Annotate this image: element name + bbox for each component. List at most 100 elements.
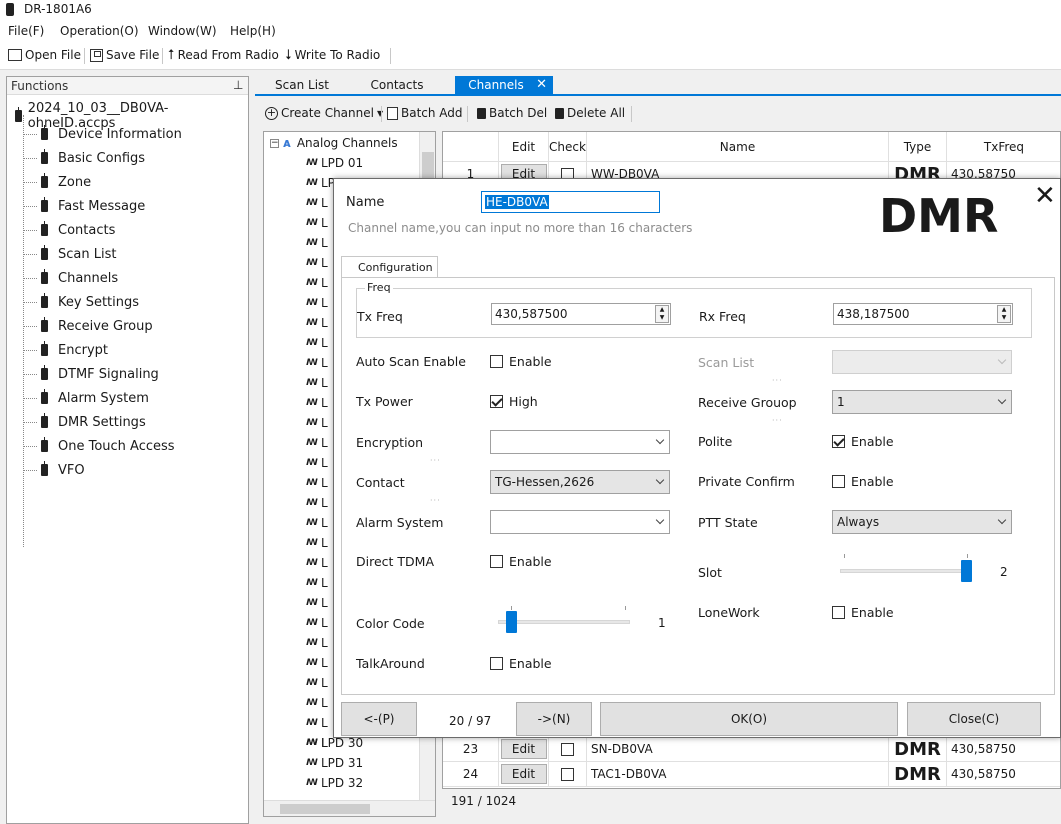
close-tab-icon[interactable]: ✕ bbox=[536, 77, 547, 92]
channel-tree-item[interactable]: ꟿL bbox=[306, 536, 328, 550]
name-cell[interactable]: SN-DB0VA bbox=[587, 737, 889, 762]
channel-tree-item[interactable]: ꟿL bbox=[306, 236, 328, 250]
channel-tree-item[interactable]: ꟿL bbox=[306, 296, 328, 310]
contact-select[interactable]: TG-Hessen,2626 bbox=[490, 470, 670, 494]
close-dialog-icon[interactable]: ✕ bbox=[1034, 181, 1056, 211]
receive-group-select[interactable]: 1 bbox=[832, 390, 1012, 414]
channel-tree-item[interactable]: ꟿL bbox=[306, 316, 328, 330]
channel-tree-item[interactable]: ꟿL bbox=[306, 596, 328, 610]
channel-tree-item[interactable]: ꟿL bbox=[306, 456, 328, 470]
scan-list-select[interactable] bbox=[832, 350, 1012, 374]
tab-configuration[interactable]: Configuration bbox=[341, 256, 438, 278]
delete-all-button[interactable]: Delete All bbox=[555, 106, 625, 120]
channel-tree-item[interactable]: ꟿL bbox=[306, 476, 328, 490]
type-cell[interactable]: DMR bbox=[889, 762, 947, 787]
txfreq-cell[interactable]: 430,58750 bbox=[947, 737, 1060, 762]
tab-channels[interactable]: Channels ✕ bbox=[455, 76, 553, 94]
channel-tree-item[interactable]: ꟿL bbox=[306, 716, 328, 730]
sidebar-item-encrypt[interactable]: Encrypt bbox=[23, 341, 108, 359]
alarm-system-select[interactable] bbox=[490, 510, 670, 534]
channel-tree-item[interactable]: ꟿ LPD 32 bbox=[306, 776, 363, 790]
collapse-icon[interactable]: − bbox=[270, 138, 279, 148]
sidebar-item-fast-message[interactable]: Fast Message bbox=[23, 197, 145, 215]
sidebar-item-dmr-settings[interactable]: DMR Settings bbox=[23, 413, 146, 431]
channel-tree-item[interactable]: ꟿL bbox=[306, 556, 328, 570]
grid-header-txfreq[interactable]: TxFreq bbox=[947, 132, 1060, 162]
spin-arrows-icon[interactable]: ▲ ▼ bbox=[655, 305, 669, 323]
sidebar-item-key-settings[interactable]: Key Settings bbox=[23, 293, 139, 311]
menu-operation[interactable]: Operation(O) bbox=[60, 24, 139, 38]
channel-tree-item[interactable]: ꟿL bbox=[306, 396, 328, 410]
analog-channels-node[interactable]: − ᴀ Analog Channels bbox=[270, 136, 398, 150]
channel-tree-item[interactable]: ꟿL bbox=[306, 416, 328, 430]
write-to-radio-button[interactable]: ⭣ Write To Radio bbox=[285, 48, 380, 62]
edit-button[interactable]: Edit bbox=[500, 739, 547, 759]
channel-tree-item[interactable]: ꟿL bbox=[306, 196, 328, 210]
open-file-button[interactable]: Open File bbox=[8, 48, 81, 62]
close-button[interactable]: Close(C) bbox=[907, 702, 1041, 736]
previous-channel-button[interactable]: <-(P) bbox=[341, 702, 417, 736]
edit-button[interactable]: Edit bbox=[500, 764, 547, 784]
channel-tree-item[interactable]: ꟿ LPD 30 bbox=[306, 736, 363, 750]
slot-slider-thumb[interactable] bbox=[961, 560, 972, 582]
channel-name-input[interactable]: HE-DB0VA bbox=[481, 191, 660, 213]
sidebar-item-channels[interactable]: Channels bbox=[23, 269, 118, 287]
channel-tree-item[interactable]: ꟿL bbox=[306, 216, 328, 230]
grid-header-name[interactable]: Name bbox=[587, 132, 889, 162]
color-code-slider[interactable] bbox=[498, 620, 630, 624]
txfreq-cell[interactable]: 430,58750 bbox=[947, 762, 1060, 787]
type-cell[interactable]: DMR bbox=[889, 737, 947, 762]
encryption-select[interactable] bbox=[490, 430, 670, 454]
spin-arrows-icon[interactable]: ▲ ▼ bbox=[997, 305, 1011, 323]
channel-tree-item[interactable]: ꟿL bbox=[306, 696, 328, 710]
sidebar-item-basic-configs[interactable]: Basic Configs bbox=[23, 149, 145, 167]
channel-tree-item[interactable]: ꟿ LPD 31 bbox=[306, 756, 363, 770]
color-code-slider-thumb[interactable] bbox=[506, 611, 517, 633]
channel-tree-item[interactable]: ꟿ LPD 01 bbox=[306, 156, 363, 170]
slot-slider[interactable] bbox=[840, 569, 972, 573]
next-channel-button[interactable]: ->(N) bbox=[516, 702, 592, 736]
batch-del-button[interactable]: Batch Del bbox=[477, 106, 547, 120]
tab-scan-list[interactable]: Scan List bbox=[258, 76, 346, 94]
grid-header-edit[interactable]: Edit bbox=[499, 132, 549, 162]
row-checkbox[interactable] bbox=[561, 767, 574, 781]
tx-freq-input[interactable]: 430,587500 ▲ ▼ bbox=[491, 303, 671, 325]
menu-help[interactable]: Help(H) bbox=[230, 24, 276, 38]
name-cell[interactable]: TAC1-DB0VA bbox=[587, 762, 889, 787]
sidebar-item-receive-group[interactable]: Receive Group bbox=[23, 317, 153, 335]
menu-window[interactable]: Window(W) bbox=[148, 24, 217, 38]
sidebar-item-scan-list[interactable]: Scan List bbox=[23, 245, 116, 263]
tab-contacts[interactable]: Contacts bbox=[350, 76, 444, 94]
ok-button[interactable]: OK(O) bbox=[600, 702, 898, 736]
channel-tree-item[interactable]: ꟿL bbox=[306, 376, 328, 390]
pin-icon[interactable]: ⊥ bbox=[233, 78, 243, 92]
channel-tree-item[interactable]: ꟿL bbox=[306, 336, 328, 350]
channel-tree-item[interactable]: ꟿL bbox=[306, 436, 328, 450]
polite-checkbox[interactable]: Enable bbox=[832, 434, 894, 449]
sidebar-item-contacts[interactable]: Contacts bbox=[23, 221, 115, 239]
channel-tree-item[interactable]: ꟿL bbox=[306, 356, 328, 370]
channel-tree-item[interactable]: ꟿL bbox=[306, 616, 328, 630]
auto-scan-checkbox[interactable]: Enable bbox=[490, 354, 552, 369]
save-file-button[interactable]: Save File bbox=[90, 48, 159, 62]
sidebar-item-dtmf-signaling[interactable]: DTMF Signaling bbox=[23, 365, 159, 383]
channel-tree-item[interactable]: ꟿL bbox=[306, 496, 328, 510]
channel-tree-item[interactable]: ꟿL bbox=[306, 276, 328, 290]
channel-tree-item[interactable]: ꟿL bbox=[306, 676, 328, 690]
sidebar-item-zone[interactable]: Zone bbox=[23, 173, 91, 191]
talkaround-checkbox[interactable]: Enable bbox=[490, 656, 552, 671]
direct-tdma-checkbox[interactable]: Enable bbox=[490, 554, 552, 569]
ptt-state-select[interactable]: Always bbox=[832, 510, 1012, 534]
read-from-radio-button[interactable]: ⭡ Read From Radio bbox=[168, 48, 279, 62]
row-checkbox[interactable] bbox=[561, 742, 574, 756]
batch-add-button[interactable]: Batch Add bbox=[387, 106, 463, 120]
private-confirm-checkbox[interactable]: Enable bbox=[832, 474, 894, 489]
grid-header-type[interactable]: Type bbox=[889, 132, 947, 162]
rx-freq-input[interactable]: 438,187500 ▲ ▼ bbox=[833, 303, 1013, 325]
channel-tree-item[interactable]: ꟿL bbox=[306, 256, 328, 270]
sidebar-item-device-information[interactable]: Device Information bbox=[23, 125, 182, 143]
sidebar-item-vfo[interactable]: VFO bbox=[23, 461, 85, 479]
horizontal-scrollbar[interactable] bbox=[264, 800, 435, 816]
scrollbar-thumb[interactable] bbox=[280, 804, 370, 814]
channel-tree-item[interactable]: ꟿL bbox=[306, 656, 328, 670]
